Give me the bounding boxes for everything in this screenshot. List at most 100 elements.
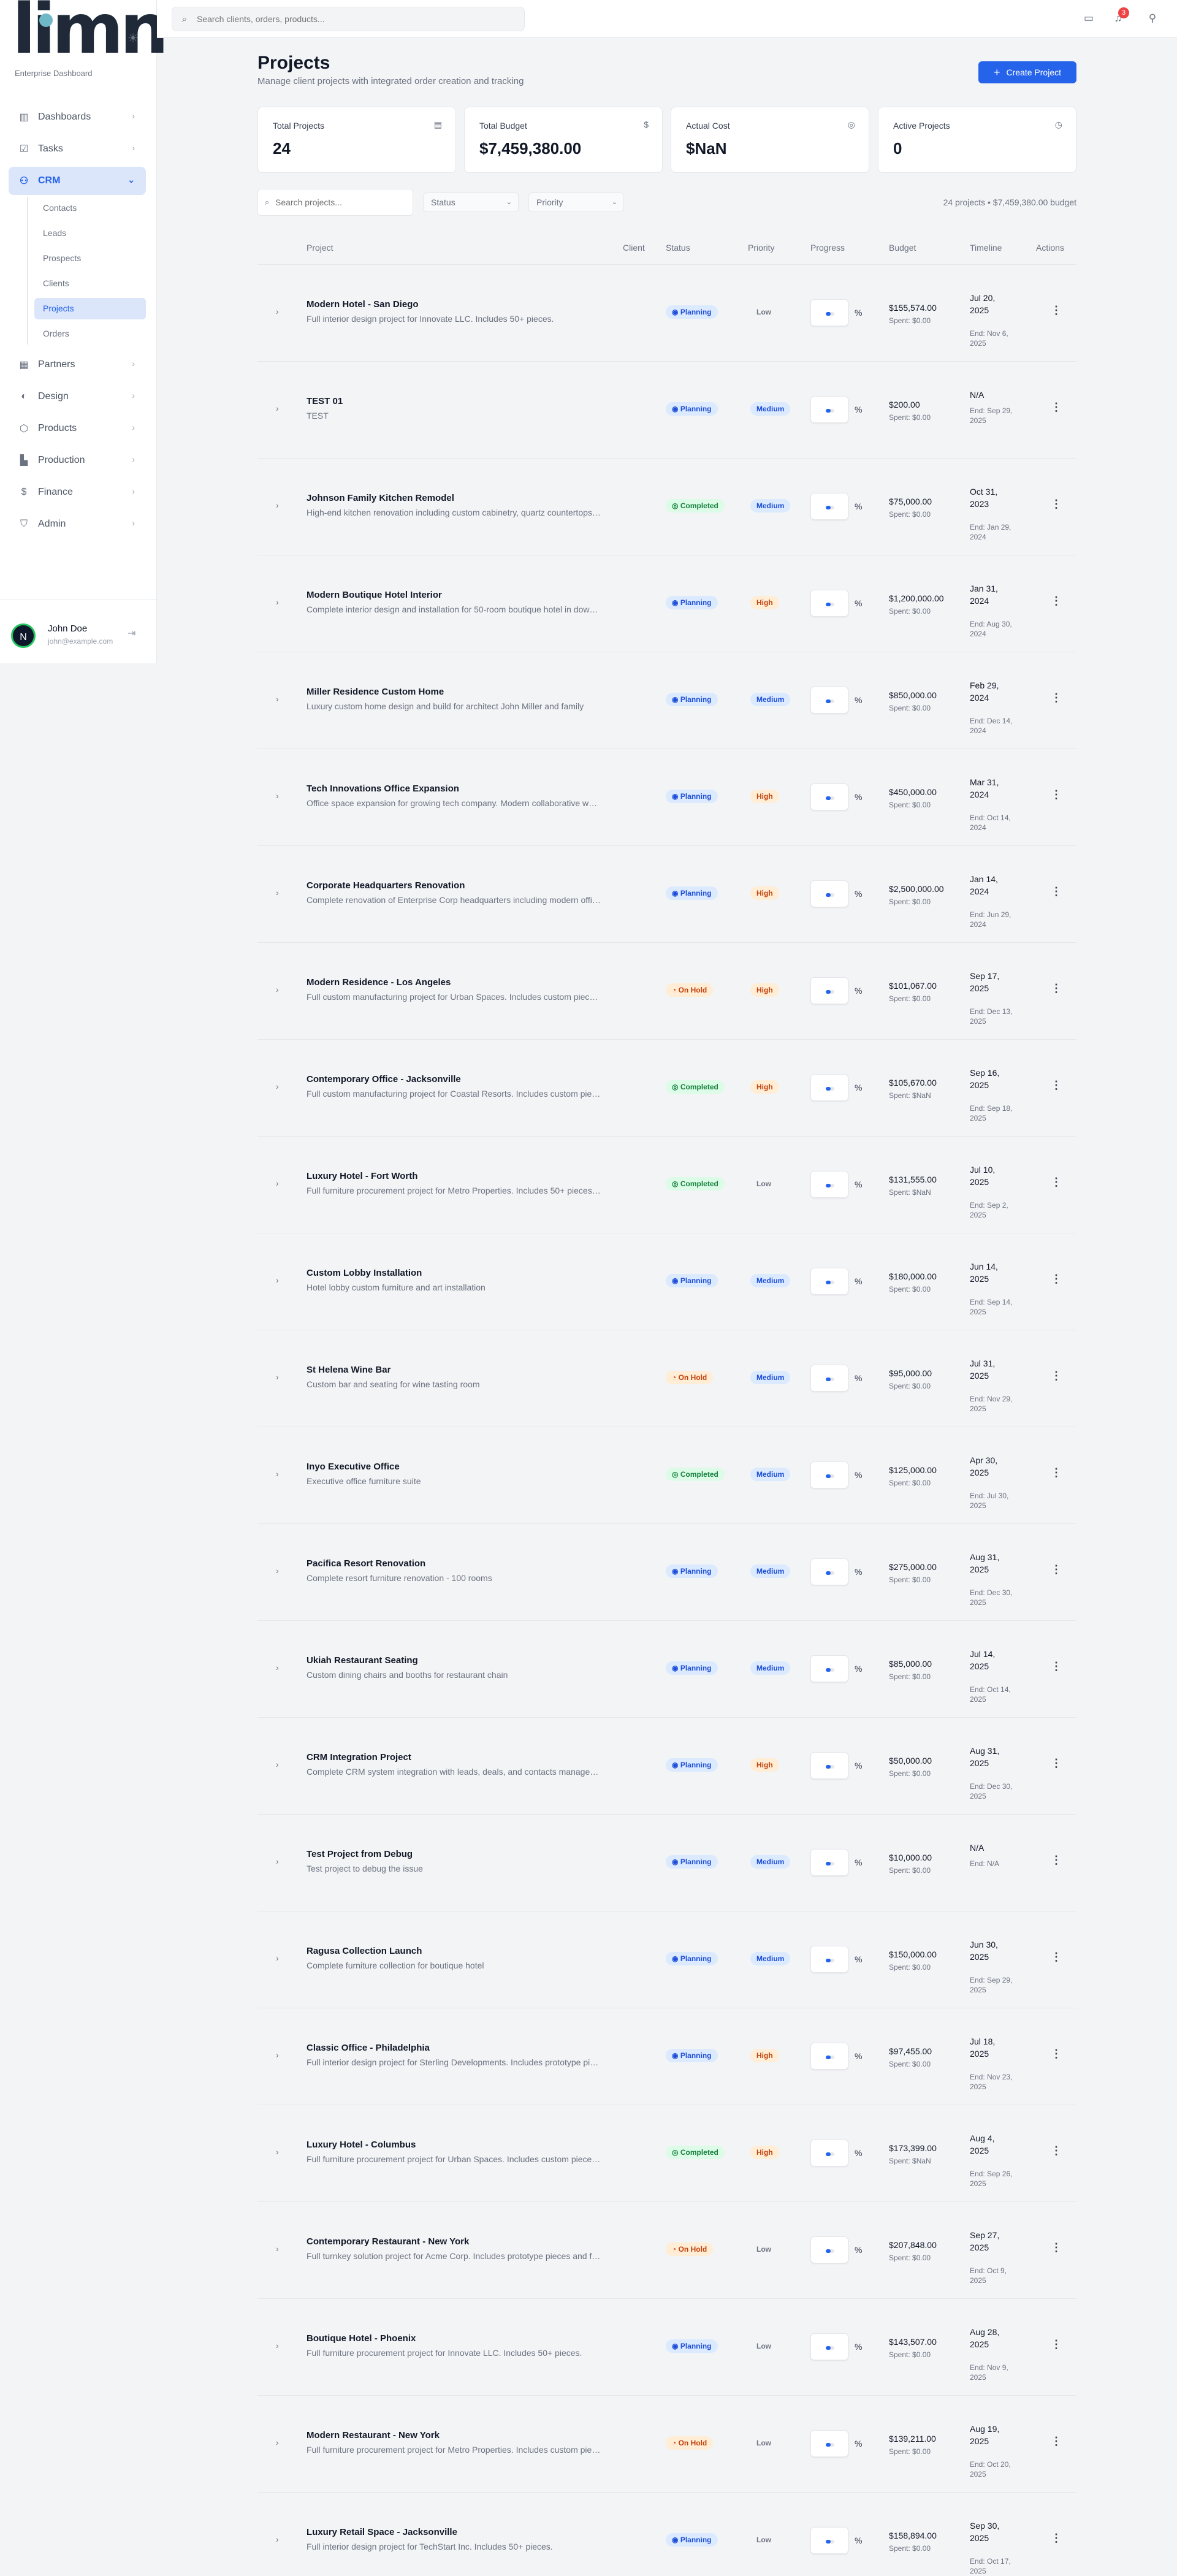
expand-chevron-icon[interactable]: ›: [276, 1759, 279, 1769]
sidebar-subitem-clients[interactable]: Clients: [34, 273, 146, 294]
expand-chevron-icon[interactable]: ›: [276, 1469, 279, 1479]
col-priority[interactable]: Priority: [748, 243, 775, 253]
more-actions-icon[interactable]: ⋮: [1051, 1273, 1062, 1286]
expand-chevron-icon[interactable]: ›: [276, 500, 279, 510]
global-search-input[interactable]: [197, 14, 516, 24]
table-row[interactable]: › Classic Office - Philadelphia Full inter…: [257, 2008, 1076, 2105]
more-actions-icon[interactable]: ⋮: [1051, 401, 1062, 414]
table-row[interactable]: › Inyo Executive Office Executive office f…: [257, 1427, 1076, 1524]
sidebar-item-production[interactable]: ▙ Production ›: [9, 446, 146, 474]
expand-chevron-icon[interactable]: ›: [276, 1953, 279, 1963]
project-name[interactable]: Miller Residence Custom Home: [307, 687, 444, 697]
expand-chevron-icon[interactable]: ›: [276, 1663, 279, 1672]
expand-chevron-icon[interactable]: ›: [276, 2437, 279, 2447]
more-actions-icon[interactable]: ⋮: [1051, 1660, 1062, 1673]
table-row[interactable]: › Test Project from Debug Test project to …: [257, 1815, 1076, 1911]
project-name[interactable]: CRM Integration Project: [307, 1752, 411, 1762]
project-name[interactable]: St Helena Wine Bar: [307, 1365, 390, 1375]
status-filter-select[interactable]: Status ⌄: [423, 192, 519, 212]
expand-chevron-icon[interactable]: ›: [276, 1178, 279, 1188]
table-row[interactable]: › Tech Innovations Office Expansion Office…: [257, 749, 1076, 846]
more-actions-icon[interactable]: ⋮: [1051, 1370, 1062, 1382]
expand-chevron-icon[interactable]: ›: [276, 2244, 279, 2254]
project-name[interactable]: Test Project from Debug: [307, 1849, 413, 1859]
expand-chevron-icon[interactable]: ›: [276, 888, 279, 897]
more-actions-icon[interactable]: ⋮: [1051, 788, 1062, 801]
col-status[interactable]: Status: [666, 243, 690, 253]
project-name[interactable]: Inyo Executive Office: [307, 1461, 400, 1472]
expand-chevron-icon[interactable]: ›: [276, 1856, 279, 1866]
project-search-input[interactable]: [257, 189, 413, 216]
expand-chevron-icon[interactable]: ›: [276, 2534, 279, 2544]
more-actions-icon[interactable]: ⋮: [1051, 692, 1062, 704]
expand-chevron-icon[interactable]: ›: [276, 791, 279, 801]
sidebar-subitem-prospects[interactable]: Prospects: [34, 248, 146, 269]
more-actions-icon[interactable]: ⋮: [1051, 2144, 1062, 2157]
expand-chevron-icon[interactable]: ›: [276, 307, 279, 316]
expand-chevron-icon[interactable]: ›: [276, 1081, 279, 1091]
project-name[interactable]: Classic Office - Philadelphia: [307, 2043, 430, 2053]
table-row[interactable]: › Modern Restaurant - New York Full furnit…: [257, 2396, 1076, 2493]
project-name[interactable]: Corporate Headquarters Renovation: [307, 880, 465, 891]
more-actions-icon[interactable]: ⋮: [1051, 498, 1062, 511]
more-actions-icon[interactable]: ⋮: [1051, 2338, 1062, 2351]
project-name[interactable]: Luxury Retail Space - Jacksonville: [307, 2527, 457, 2537]
theme-toggle-icon[interactable]: ☀: [126, 32, 140, 45]
col-progress[interactable]: Progress: [810, 243, 845, 253]
project-name[interactable]: Pacifica Resort Renovation: [307, 1558, 425, 1569]
sidebar-item-design[interactable]: ◐ Design ›: [9, 383, 146, 411]
table-row[interactable]: › Luxury Retail Space - Jacksonville Full …: [257, 2493, 1076, 2576]
more-actions-icon[interactable]: ⋮: [1051, 1563, 1062, 1576]
expand-chevron-icon[interactable]: ›: [276, 985, 279, 994]
expand-chevron-icon[interactable]: ›: [276, 694, 279, 704]
sidebar-item-dashboards[interactable]: ▥ Dashboards ›: [9, 103, 146, 131]
expand-chevron-icon[interactable]: ›: [276, 1566, 279, 1576]
table-row[interactable]: › CRM Integration Project Complete CRM sys…: [257, 1718, 1076, 1815]
more-actions-icon[interactable]: ⋮: [1051, 1854, 1062, 1867]
project-name[interactable]: Modern Boutique Hotel Interior: [307, 590, 442, 600]
more-actions-icon[interactable]: ⋮: [1051, 304, 1062, 317]
sidebar-subitem-projects[interactable]: Projects: [34, 298, 146, 319]
table-row[interactable]: › Custom Lobby Installation Hotel lobby cu…: [257, 1233, 1076, 1330]
expand-chevron-icon[interactable]: ›: [276, 2050, 279, 2060]
table-row[interactable]: › Modern Hotel - San Diego Full interior d…: [257, 265, 1076, 362]
table-row[interactable]: › Ragusa Collection Launch Complete furnit…: [257, 1911, 1076, 2008]
create-project-button[interactable]: + Create Project: [978, 61, 1076, 83]
table-row[interactable]: › Luxury Hotel - Columbus Full furniture p…: [257, 2105, 1076, 2202]
expand-chevron-icon[interactable]: ›: [276, 403, 279, 413]
table-row[interactable]: › Contemporary Office - Jacksonville Full …: [257, 1040, 1076, 1137]
project-name[interactable]: Ragusa Collection Launch: [307, 1946, 422, 1956]
col-budget[interactable]: Budget: [889, 243, 916, 253]
col-project[interactable]: Project: [307, 243, 333, 253]
project-name[interactable]: Contemporary Office - Jacksonville: [307, 1074, 461, 1084]
expand-chevron-icon[interactable]: ›: [276, 2147, 279, 2157]
more-actions-icon[interactable]: ⋮: [1051, 1757, 1062, 1770]
project-name[interactable]: Custom Lobby Installation: [307, 1268, 422, 1278]
expand-chevron-icon[interactable]: ›: [276, 597, 279, 607]
table-row[interactable]: › Corporate Headquarters Renovation Comple…: [257, 846, 1076, 943]
col-client[interactable]: Client: [623, 243, 645, 253]
project-name[interactable]: Johnson Family Kitchen Remodel: [307, 493, 454, 503]
more-actions-icon[interactable]: ⋮: [1051, 1951, 1062, 1964]
expand-chevron-icon[interactable]: ›: [276, 1372, 279, 1382]
project-name[interactable]: Tech Innovations Office Expansion: [307, 783, 459, 794]
project-name[interactable]: Modern Restaurant - New York: [307, 2430, 440, 2441]
project-name[interactable]: Luxury Hotel - Columbus: [307, 2140, 416, 2150]
table-row[interactable]: › Modern Residence - Los Angeles Full cust…: [257, 943, 1076, 1040]
project-name[interactable]: Luxury Hotel - Fort Worth: [307, 1171, 417, 1181]
sidebar-item-finance[interactable]: $ Finance ›: [9, 478, 146, 506]
logo[interactable]: limn Enterprise Dashboard: [12, 0, 169, 78]
expand-chevron-icon[interactable]: ›: [276, 2341, 279, 2350]
table-row[interactable]: › Luxury Hotel - Fort Worth Full furniture…: [257, 1137, 1076, 1233]
sidebar-subitem-leads[interactable]: Leads: [34, 223, 146, 244]
sidebar-subitem-contacts[interactable]: Contacts: [34, 197, 146, 219]
project-name[interactable]: Contemporary Restaurant - New York: [307, 2236, 469, 2247]
sidebar-item-tasks[interactable]: ☑ Tasks ›: [9, 135, 146, 163]
table-row[interactable]: › St Helena Wine Bar Custom bar and seatin…: [257, 1330, 1076, 1427]
more-actions-icon[interactable]: ⋮: [1051, 2241, 1062, 2254]
project-name[interactable]: Ukiah Restaurant Seating: [307, 1655, 418, 1666]
table-row[interactable]: › Pacifica Resort Renovation Complete reso…: [257, 1524, 1076, 1621]
project-name[interactable]: Modern Residence - Los Angeles: [307, 977, 451, 988]
table-row[interactable]: › Boutique Hotel - Phoenix Full furniture …: [257, 2299, 1076, 2396]
more-actions-icon[interactable]: ⋮: [1051, 1079, 1062, 1092]
